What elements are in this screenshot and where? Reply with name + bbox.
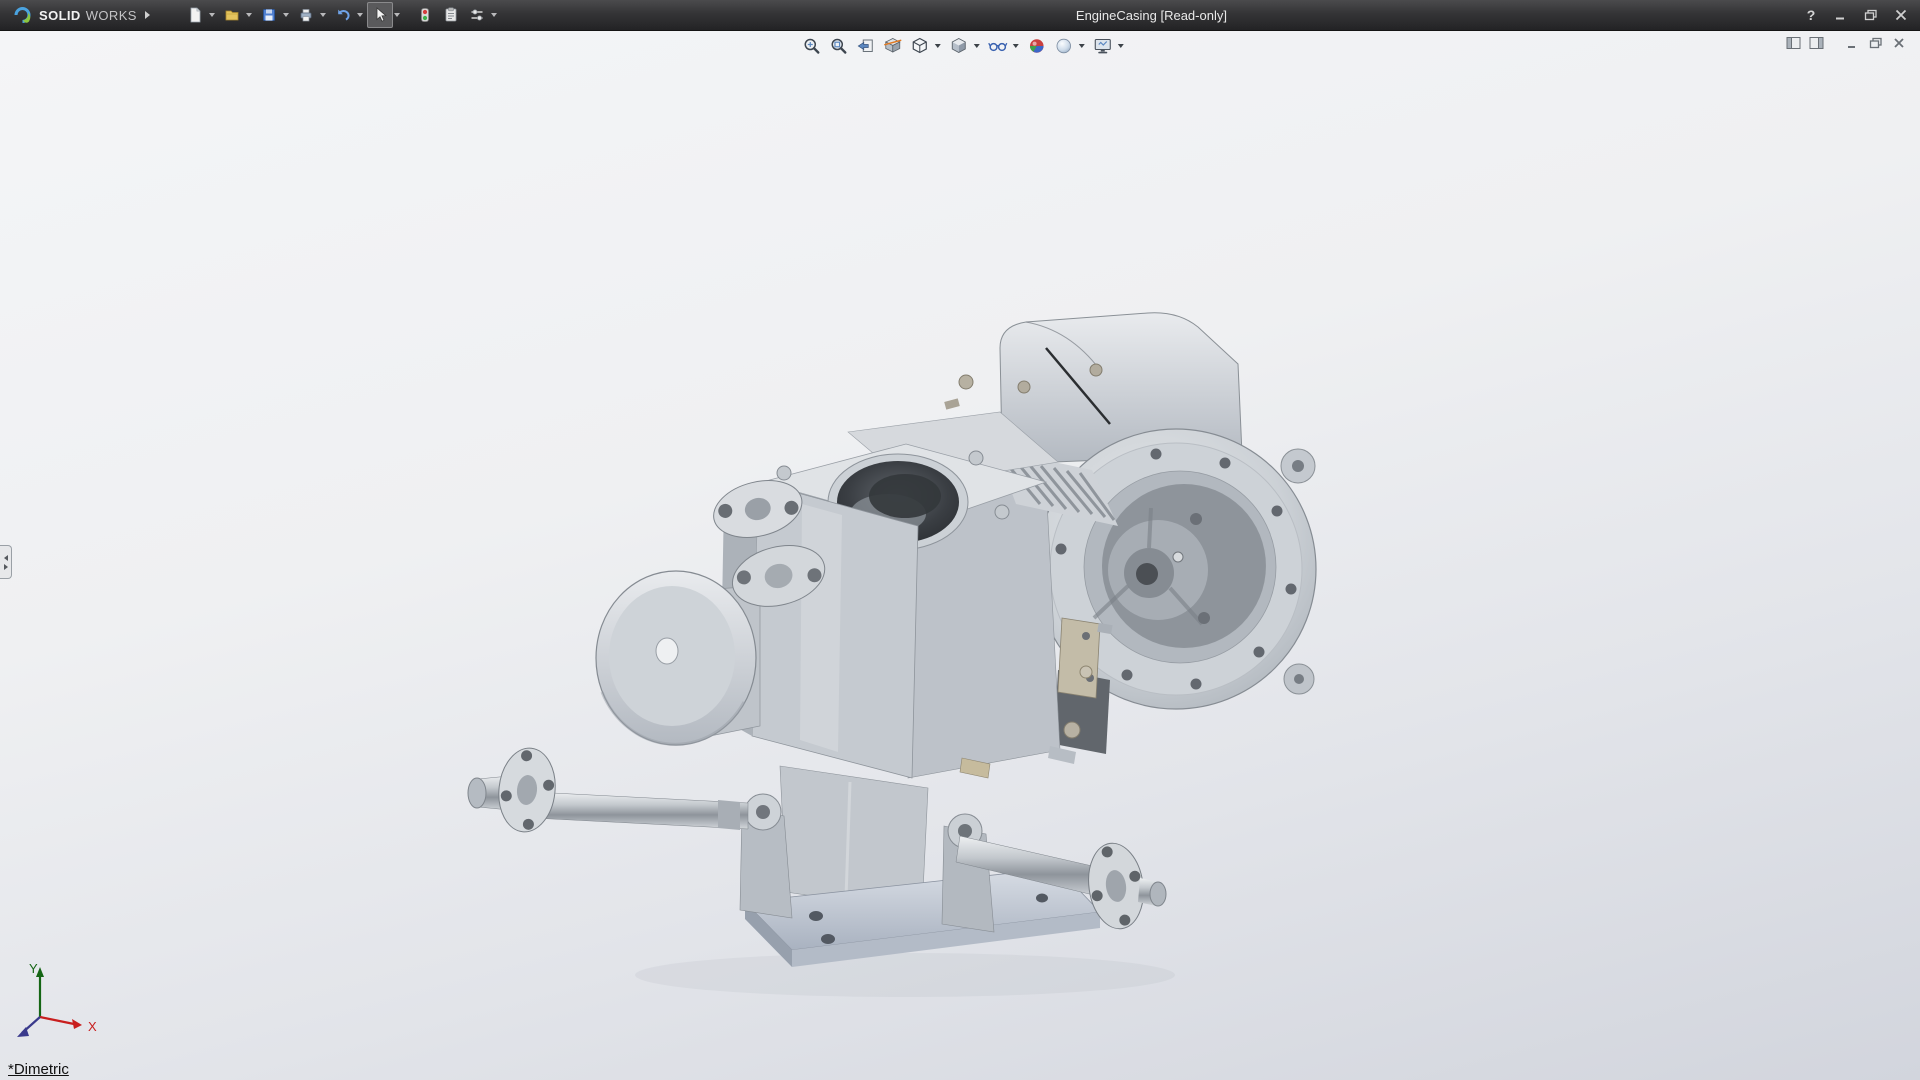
open-dropdown-caret[interactable] [246, 13, 252, 17]
display-style-button[interactable] [947, 34, 971, 58]
minimize-document-icon [1845, 36, 1861, 50]
graphics-area[interactable]: Y X *Dimetric [0, 30, 1920, 1080]
help-icon: ? [1807, 7, 1816, 23]
close-window-button[interactable] [1892, 6, 1910, 24]
restore-window-button[interactable] [1862, 6, 1880, 24]
document-title: EngineCasing [Read-only] [501, 8, 1802, 23]
section-view-icon [883, 36, 903, 56]
minimize-document-button[interactable] [1844, 35, 1862, 51]
rebuild-stoplight-icon [416, 6, 434, 24]
hide-show-items-caret[interactable] [1013, 44, 1019, 48]
zoom-to-fit-icon [802, 36, 822, 56]
edit-appearance-sphere-icon [1027, 36, 1047, 56]
splitter-expand-arrow-icon [4, 564, 8, 570]
new-document-icon [186, 6, 204, 24]
open-folder-icon [223, 6, 241, 24]
solidworks-brand: SOLID WORKS [8, 4, 137, 26]
zoom-to-fit-button[interactable] [800, 34, 824, 58]
window-controls: ? [1802, 6, 1910, 24]
zoom-to-area-icon [829, 36, 849, 56]
reference-triad: Y X [4, 957, 114, 1054]
heads-up-view-toolbar [800, 34, 1127, 58]
help-button[interactable]: ? [1802, 6, 1820, 24]
close-document-button[interactable] [1890, 35, 1908, 51]
options-dropdown-caret[interactable] [491, 13, 497, 17]
options-sliders-icon [468, 6, 486, 24]
file-properties-icon [442, 6, 460, 24]
undo-arrow-icon [334, 6, 352, 24]
new-document-button[interactable] [182, 2, 208, 28]
triad-x-label: X [88, 1019, 97, 1034]
select-tool-button[interactable] [367, 2, 393, 28]
view-settings-caret[interactable] [1118, 44, 1124, 48]
close-icon [1894, 9, 1908, 21]
apply-scene-sphere-icon [1054, 36, 1074, 56]
display-style-cube-icon [949, 36, 969, 56]
main-toolbar [182, 2, 501, 28]
brand-works-text: WORKS [86, 8, 137, 23]
hide-show-items-button[interactable] [986, 34, 1010, 58]
view-settings-monitor-icon [1093, 36, 1113, 56]
brand-solid-text: SOLID [39, 8, 81, 23]
select-dropdown-caret[interactable] [394, 13, 400, 17]
save-floppy-icon [260, 6, 278, 24]
print-button[interactable] [293, 2, 319, 28]
splitter-collapse-arrow-icon [4, 555, 8, 561]
minimize-icon [1834, 9, 1848, 21]
edit-appearance-button[interactable] [1025, 34, 1049, 58]
panel-splitter-tab[interactable] [0, 545, 12, 579]
triad-x-arrow [72, 1019, 82, 1029]
titlebar: SOLID WORKS [0, 0, 1920, 31]
close-document-icon [1891, 36, 1907, 50]
restore-icon [1864, 9, 1878, 21]
previous-view-button[interactable] [854, 34, 878, 58]
restore-document-button[interactable] [1867, 35, 1885, 51]
display-style-caret[interactable] [974, 44, 980, 48]
triad-y-label: Y [29, 961, 38, 976]
select-cursor-icon [371, 6, 389, 24]
apply-scene-button[interactable] [1052, 34, 1076, 58]
undo-button[interactable] [330, 2, 356, 28]
print-icon [297, 6, 315, 24]
3ds-logo-icon [8, 4, 34, 26]
file-properties-button[interactable] [438, 2, 464, 28]
save-button[interactable] [256, 2, 282, 28]
zoom-to-area-button[interactable] [827, 34, 851, 58]
view-orientation-label: *Dimetric [8, 1061, 69, 1078]
document-window-controls [1785, 35, 1908, 51]
view-settings-button[interactable] [1091, 34, 1115, 58]
menu-expand-arrow-icon[interactable] [145, 11, 150, 19]
previous-view-icon [856, 36, 876, 56]
view-orientation-cube-icon [910, 36, 930, 56]
display-pane-right-button[interactable] [1808, 35, 1826, 51]
display-pane-right-icon [1809, 36, 1825, 50]
options-button[interactable] [464, 2, 490, 28]
display-pane-left-icon [1786, 36, 1802, 50]
undo-dropdown-caret[interactable] [357, 13, 363, 17]
apply-scene-caret[interactable] [1079, 44, 1085, 48]
minimize-window-button[interactable] [1832, 6, 1850, 24]
view-orientation-button[interactable] [908, 34, 932, 58]
view-orientation-caret[interactable] [935, 44, 941, 48]
save-dropdown-caret[interactable] [283, 13, 289, 17]
model-canvas[interactable] [0, 30, 1920, 1080]
triad-x-axis [40, 1017, 74, 1024]
restore-document-icon [1868, 36, 1884, 50]
display-pane-left-button[interactable] [1785, 35, 1803, 51]
open-document-button[interactable] [219, 2, 245, 28]
section-view-button[interactable] [881, 34, 905, 58]
new-dropdown-caret[interactable] [209, 13, 215, 17]
print-dropdown-caret[interactable] [320, 13, 326, 17]
eyeglasses-icon [988, 36, 1008, 56]
rebuild-button[interactable] [412, 2, 438, 28]
